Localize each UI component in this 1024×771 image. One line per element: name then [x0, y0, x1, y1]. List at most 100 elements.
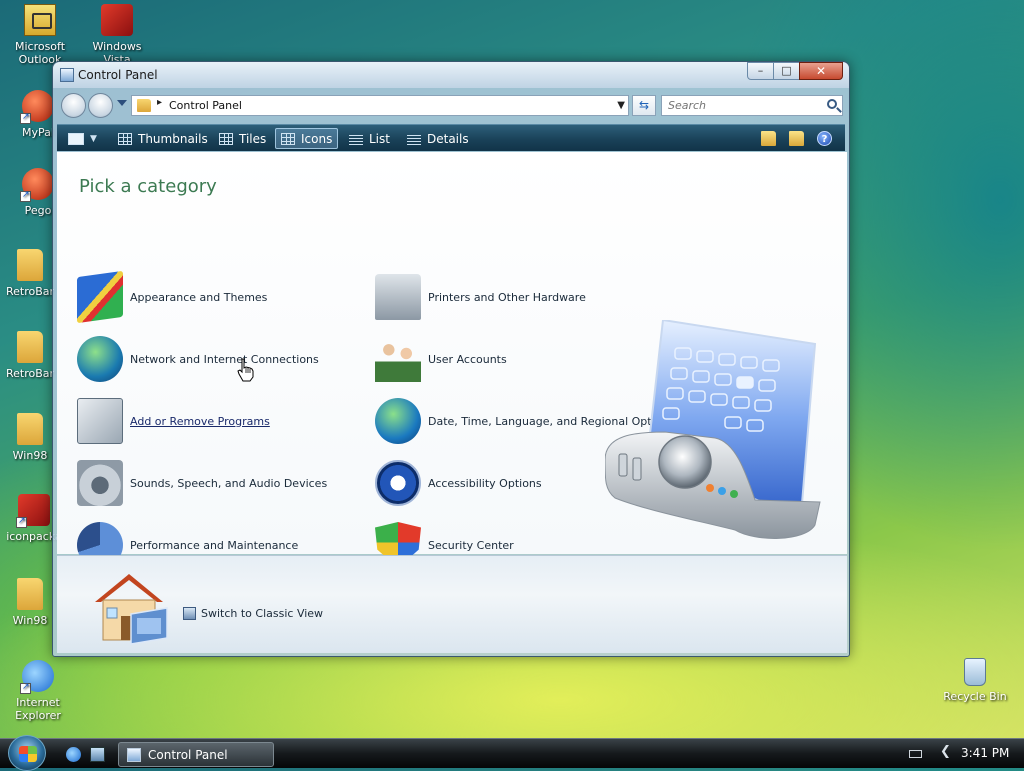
category-user-accounts[interactable]: User Accounts [375, 335, 507, 383]
close-icon: ✕ [815, 64, 827, 78]
folder-icon [17, 249, 43, 281]
view-icons-button[interactable]: Icons [275, 128, 339, 149]
desktop-icon-label: Win98 [12, 449, 48, 462]
clock[interactable]: 3:41 PM [961, 746, 1009, 760]
internet-explorer-quicklaunch-icon[interactable] [66, 747, 81, 762]
breadcrumb-control-panel[interactable]: Control Panel [169, 99, 242, 112]
taskbar-button-control-panel[interactable]: Control Panel [118, 742, 274, 767]
category-network-and-internet[interactable]: Network and Internet Connections [77, 335, 319, 383]
category-label: Network and Internet Connections [130, 352, 319, 366]
address-bar[interactable]: ▸ Control Panel ▼ [131, 95, 629, 116]
switch-to-classic-view-link[interactable]: Switch to Classic View [183, 607, 323, 620]
category-label: Accessibility Options [428, 476, 542, 490]
pego-icon [20, 168, 54, 202]
book-icon [101, 4, 133, 36]
category-pane: Pick a category Appearance and Themes Ne… [57, 152, 847, 568]
hand-cursor-icon [237, 358, 254, 382]
tray-expand-icon[interactable]: ❮ [940, 744, 951, 759]
thumbnails-icon [118, 132, 132, 145]
category-label: Performance and Maintenance [130, 538, 299, 552]
search-icon[interactable] [827, 99, 837, 109]
desktop-icon-outlook[interactable]: Microsoft Outlook [2, 4, 78, 66]
desktop-icon-label: Win98 [12, 614, 48, 627]
desktop-icon-label: Pego [24, 204, 52, 217]
desktop-icon-label: RetroBar [5, 285, 55, 298]
view-thumbnails-button[interactable]: Thumbnails [113, 128, 213, 149]
outlook-icon [24, 4, 56, 36]
category-add-or-remove-programs[interactable]: Add or Remove Programs [77, 397, 270, 445]
folder-icon [17, 413, 43, 445]
breadcrumb-separator-icon[interactable]: ▸ [157, 97, 162, 108]
address-dropdown-icon[interactable]: ▼ [617, 100, 625, 111]
book-icon [16, 494, 50, 528]
folder-options-icon[interactable] [789, 131, 804, 146]
new-folder-icon[interactable] [761, 131, 776, 146]
back-button[interactable] [61, 93, 86, 118]
add-remove-icon [77, 398, 123, 444]
category-label: Printers and Other Hardware [428, 290, 586, 304]
refresh-button[interactable]: ⇆ [632, 95, 656, 116]
folder-icon [17, 578, 43, 610]
search-input[interactable] [666, 97, 816, 114]
internet-explorer-icon [20, 660, 54, 694]
recent-pages-dropdown-icon[interactable] [117, 100, 127, 106]
show-desktop-icon[interactable] [90, 747, 105, 762]
organize-views-button[interactable]: ▼ [63, 128, 102, 149]
system-tray: ❮ 3:41 PM [909, 739, 1024, 769]
taskbar-button-label: Control Panel [148, 747, 228, 762]
close-button[interactable]: ✕ [799, 62, 843, 80]
help-icon[interactable]: ? [817, 131, 832, 146]
shortcut-arrow-icon [20, 189, 31, 202]
globe-clock-icon [375, 398, 421, 444]
recycle-bin-icon [964, 658, 986, 686]
appearance-icon [77, 270, 123, 324]
folder-icon [17, 331, 43, 363]
control-panel-icon [60, 68, 74, 82]
start-button[interactable] [8, 735, 46, 771]
desktop-icon-label: Recycle Bin [943, 690, 1007, 703]
icons-view-icon [281, 132, 295, 145]
mypal-icon [20, 90, 54, 124]
shortcut-arrow-icon [20, 681, 31, 694]
category-appearance-and-themes[interactable]: Appearance and Themes [77, 270, 268, 324]
category-label: Appearance and Themes [130, 290, 268, 304]
control-panel-icon [127, 747, 141, 762]
folder-icon [137, 99, 151, 112]
desktop-icon-recycle-bin[interactable]: Recycle Bin [937, 658, 1013, 703]
category-printers-and-hardware[interactable]: Printers and Other Hardware [375, 273, 586, 321]
maximize-icon: □ [781, 64, 792, 77]
minimize-button[interactable]: – [747, 62, 774, 80]
tiles-icon [219, 132, 233, 145]
category-label: Add or Remove Programs [130, 414, 270, 428]
view-list-button[interactable]: List [344, 128, 395, 149]
house-icon [95, 574, 168, 645]
toolbar: ▼ Thumbnails Tiles Icons List Details ? [57, 124, 845, 151]
users-icon [375, 336, 421, 382]
sounds-icon [77, 460, 123, 506]
keyboard-icon[interactable] [909, 750, 922, 758]
maximize-button[interactable]: □ [773, 62, 800, 80]
toolbar-label: Tiles [239, 131, 267, 146]
desktop-icon-windows-vista[interactable]: Windows Vista [79, 4, 155, 66]
category-accessibility-options[interactable]: Accessibility Options [375, 459, 542, 507]
navigation-row: ▸ Control Panel ▼ ⇆ [57, 91, 845, 121]
minimize-icon: – [757, 64, 764, 77]
windows-logo-icon [19, 746, 37, 762]
category-sounds-speech-audio[interactable]: Sounds, Speech, and Audio Devices [77, 459, 327, 507]
list-icon [349, 132, 363, 145]
accessibility-icon [375, 460, 421, 506]
view-tiles-button[interactable]: Tiles [214, 128, 271, 149]
view-details-button[interactable]: Details [402, 128, 474, 149]
toolbar-label: Icons [301, 131, 333, 146]
title-bar[interactable]: Control Panel – □ ✕ [53, 62, 849, 88]
forward-button[interactable] [88, 93, 113, 118]
category-label: Sounds, Speech, and Audio Devices [130, 476, 328, 490]
desktop-icon-internet-explorer[interactable]: Internet Explorer [0, 660, 76, 722]
see-also-pane: Switch to Classic View [57, 555, 847, 653]
shortcut-arrow-icon [16, 515, 27, 528]
window-title: Control Panel [78, 68, 158, 82]
classic-view-label: Switch to Classic View [201, 607, 324, 620]
desktop-icon-label: RetroBar [5, 367, 55, 380]
control-panel-window: Control Panel – □ ✕ ▸ Control Panel ▼ ⇆ … [52, 61, 850, 657]
category-label: Security Center [428, 538, 514, 552]
